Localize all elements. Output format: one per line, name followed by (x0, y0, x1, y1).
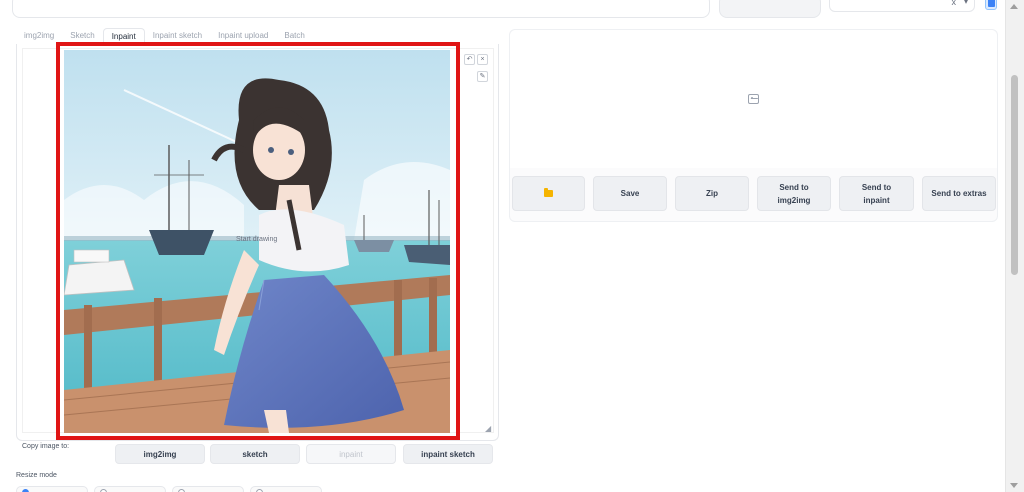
copy-to-img2img-button[interactable]: img2img (115, 444, 205, 464)
refresh-icon (988, 0, 995, 7)
webui-page: x ▾ img2img Sketch Inpaint Inpaint sketc… (0, 0, 1024, 492)
copy-to-inpaint-sketch-button[interactable]: inpaint sketch (403, 444, 493, 464)
resize-mode-option[interactable] (172, 486, 244, 492)
scroll-up-icon[interactable] (1010, 4, 1018, 9)
resize-mode-option[interactable] (16, 486, 88, 492)
canvas-toolbar: ↶ × ✎ (464, 54, 490, 84)
brush-icon[interactable]: ✎ (477, 71, 488, 82)
scroll-down-icon[interactable] (1010, 483, 1018, 488)
zip-button[interactable]: Zip (675, 176, 749, 211)
prompt-input[interactable] (12, 0, 710, 18)
generate-button[interactable] (719, 0, 821, 18)
send-to-img2img-button[interactable]: Send to img2img (757, 176, 831, 211)
image-icon (748, 94, 759, 104)
copy-to-sketch-button[interactable]: sketch (210, 444, 300, 464)
resize-mode-label: Resize mode (16, 472, 57, 479)
styles-select[interactable]: x ▾ (829, 0, 975, 12)
send-to-extras-button[interactable]: Send to extras (922, 176, 996, 211)
highlight-frame (56, 42, 460, 440)
resize-mode-radios (16, 486, 330, 492)
copy-image-label: Copy image to: (22, 443, 70, 450)
folder-icon (544, 188, 553, 197)
resize-mode-option[interactable] (250, 486, 322, 492)
send-to-inpaint-button[interactable]: Send to inpaint (839, 176, 914, 211)
open-folder-button[interactable] (512, 176, 585, 211)
resize-grip-icon[interactable]: ◢ (485, 425, 493, 433)
save-button[interactable]: Save (593, 176, 667, 211)
copy-to-inpaint-button[interactable]: inpaint (306, 444, 396, 464)
refresh-button[interactable] (985, 0, 997, 10)
undo-icon[interactable]: ↶ (464, 54, 475, 65)
close-icon[interactable]: × (477, 54, 488, 65)
chevron-down-icon[interactable]: ▾ (964, 0, 968, 6)
clear-selection-icon[interactable]: x (952, 0, 957, 7)
scroll-thumb[interactable] (1011, 75, 1018, 275)
resize-mode-option[interactable] (94, 486, 166, 492)
